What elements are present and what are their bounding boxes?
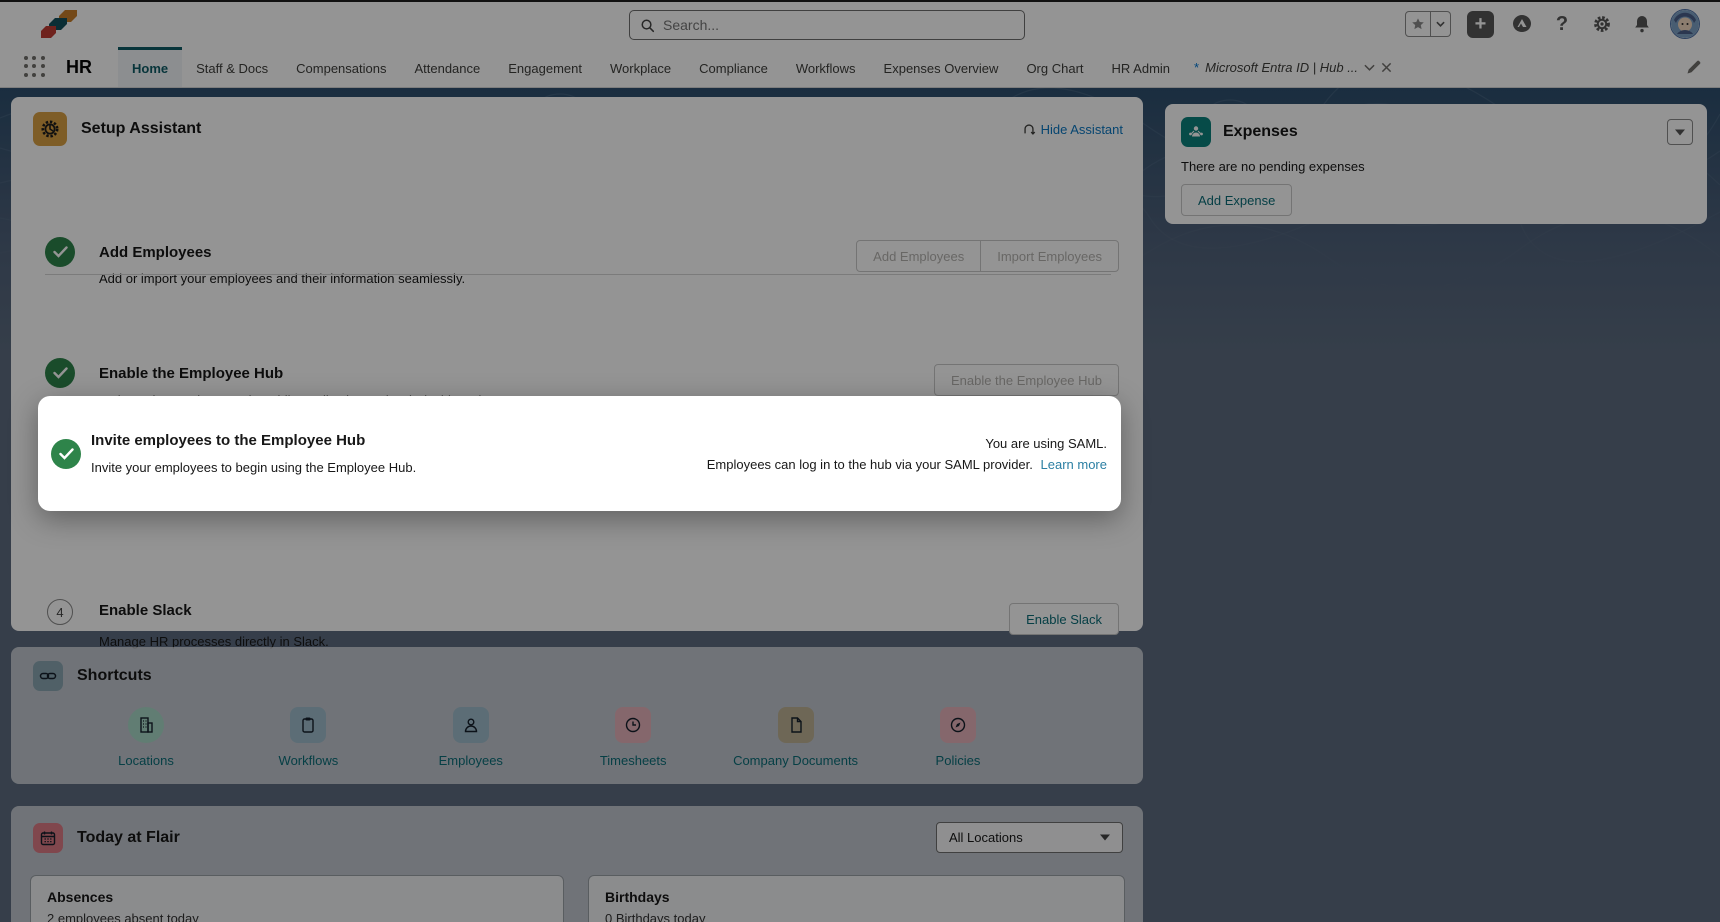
step-description: Invite your employees to begin using the… xyxy=(91,460,416,475)
saml-status-line: You are using SAML. xyxy=(707,433,1107,454)
learn-more-link[interactable]: Learn more xyxy=(1041,457,1107,472)
spotlight-step-invite-employees: Invite employees to the Employee Hub Inv… xyxy=(38,396,1121,511)
saml-note: You are using SAML. Employees can log in… xyxy=(707,433,1107,475)
step-title: Invite employees to the Employee Hub xyxy=(91,432,416,449)
check-circle-icon xyxy=(51,439,81,469)
saml-detail-line: Employees can log in to the hub via your… xyxy=(707,457,1033,472)
